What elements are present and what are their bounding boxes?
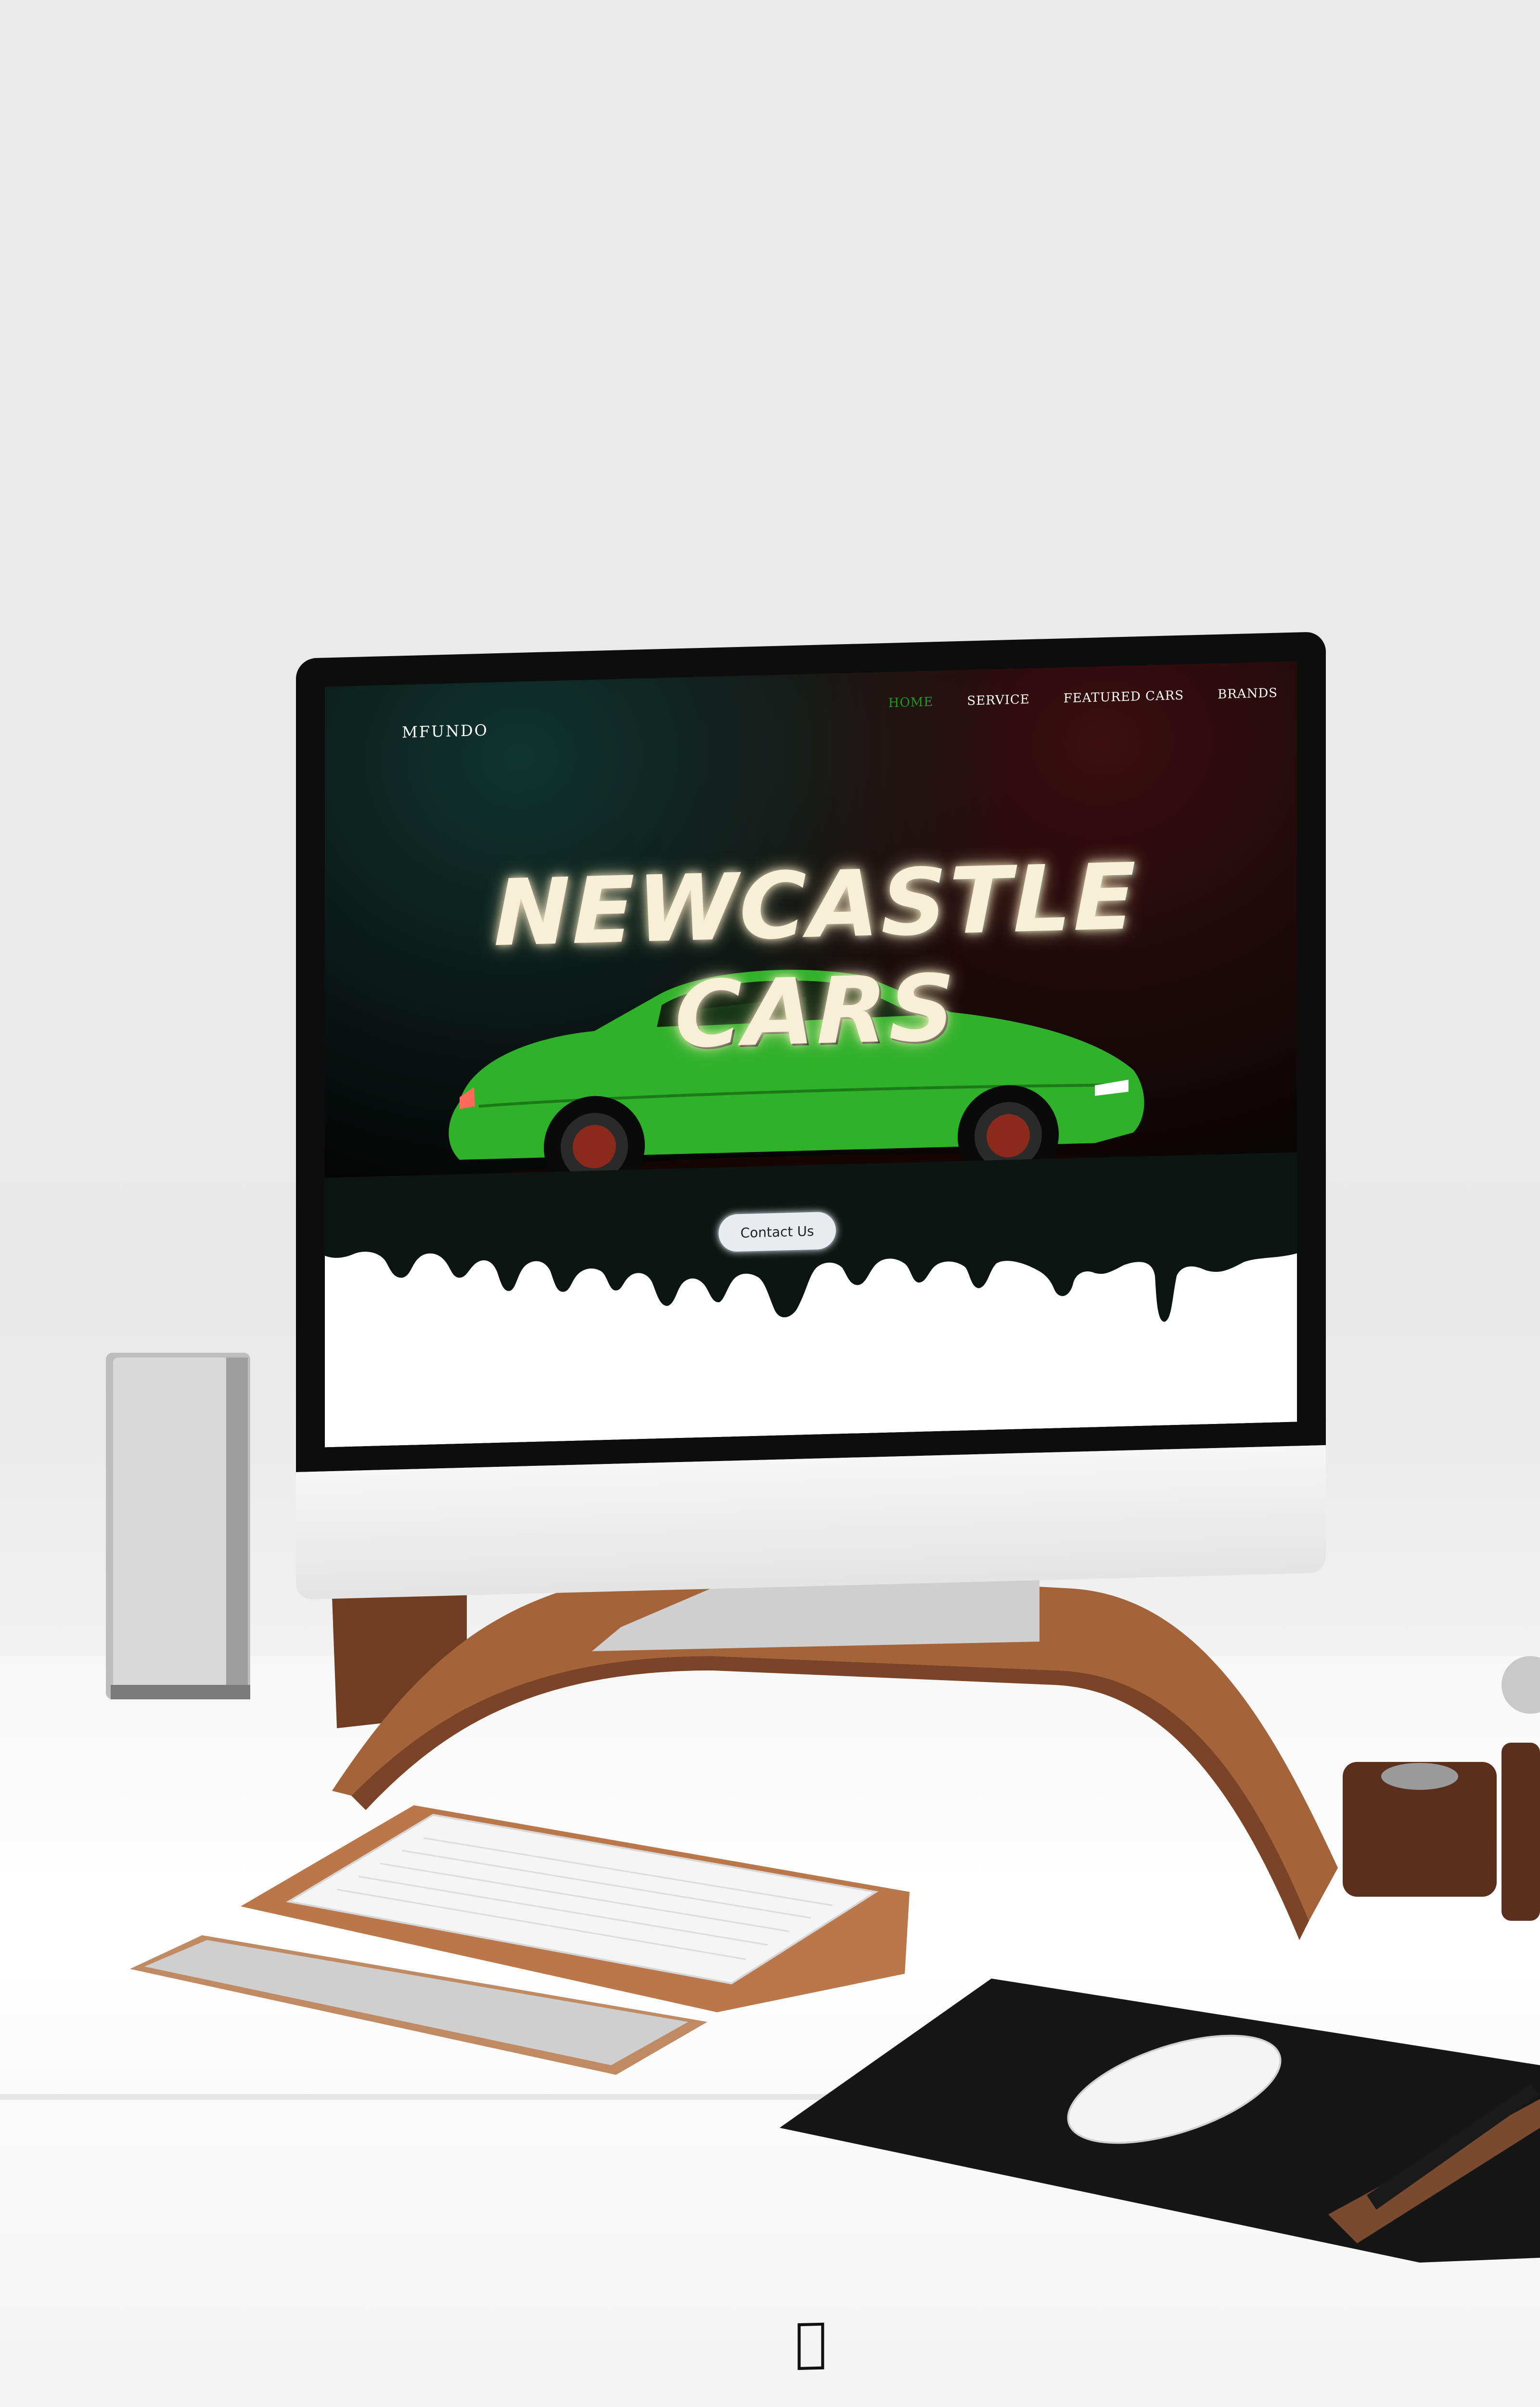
nav-service-link[interactable]: SERVICE xyxy=(967,692,1029,708)
nav-links: HOME SERVICE FEATURED CARS BRANDS xyxy=(888,686,1278,711)
nav-featured-cars-link[interactable]: FEATURED CARS xyxy=(1064,688,1184,706)
paint-drip-divider xyxy=(325,1152,1297,1448)
website-screen: MFUNDO HOME SERVICE FEATURED CARS BRANDS xyxy=(325,661,1297,1448)
nav-home-link[interactable]: HOME xyxy=(888,695,934,710)
desk-scene: MFUNDO HOME SERVICE FEATURED CARS BRANDS xyxy=(0,0,1540,2407)
site-navbar: MFUNDO HOME SERVICE FEATURED CARS BRANDS xyxy=(325,661,1297,764)
monitor-chin:  xyxy=(296,1445,1326,2373)
imac-monitor: MFUNDO HOME SERVICE FEATURED CARS BRANDS xyxy=(296,631,1326,2373)
site-brand-logo[interactable]: MFUNDO xyxy=(402,721,488,742)
apple-logo-icon:  xyxy=(782,2311,840,2373)
nav-brands-link[interactable]: BRANDS xyxy=(1218,686,1278,702)
contact-us-button[interactable]: Contact Us xyxy=(717,1210,837,1254)
hero-title: NEWCASTLE CARS xyxy=(493,843,1138,1069)
monitor-bezel: MFUNDO HOME SERVICE FEATURED CARS BRANDS xyxy=(296,631,1326,1473)
